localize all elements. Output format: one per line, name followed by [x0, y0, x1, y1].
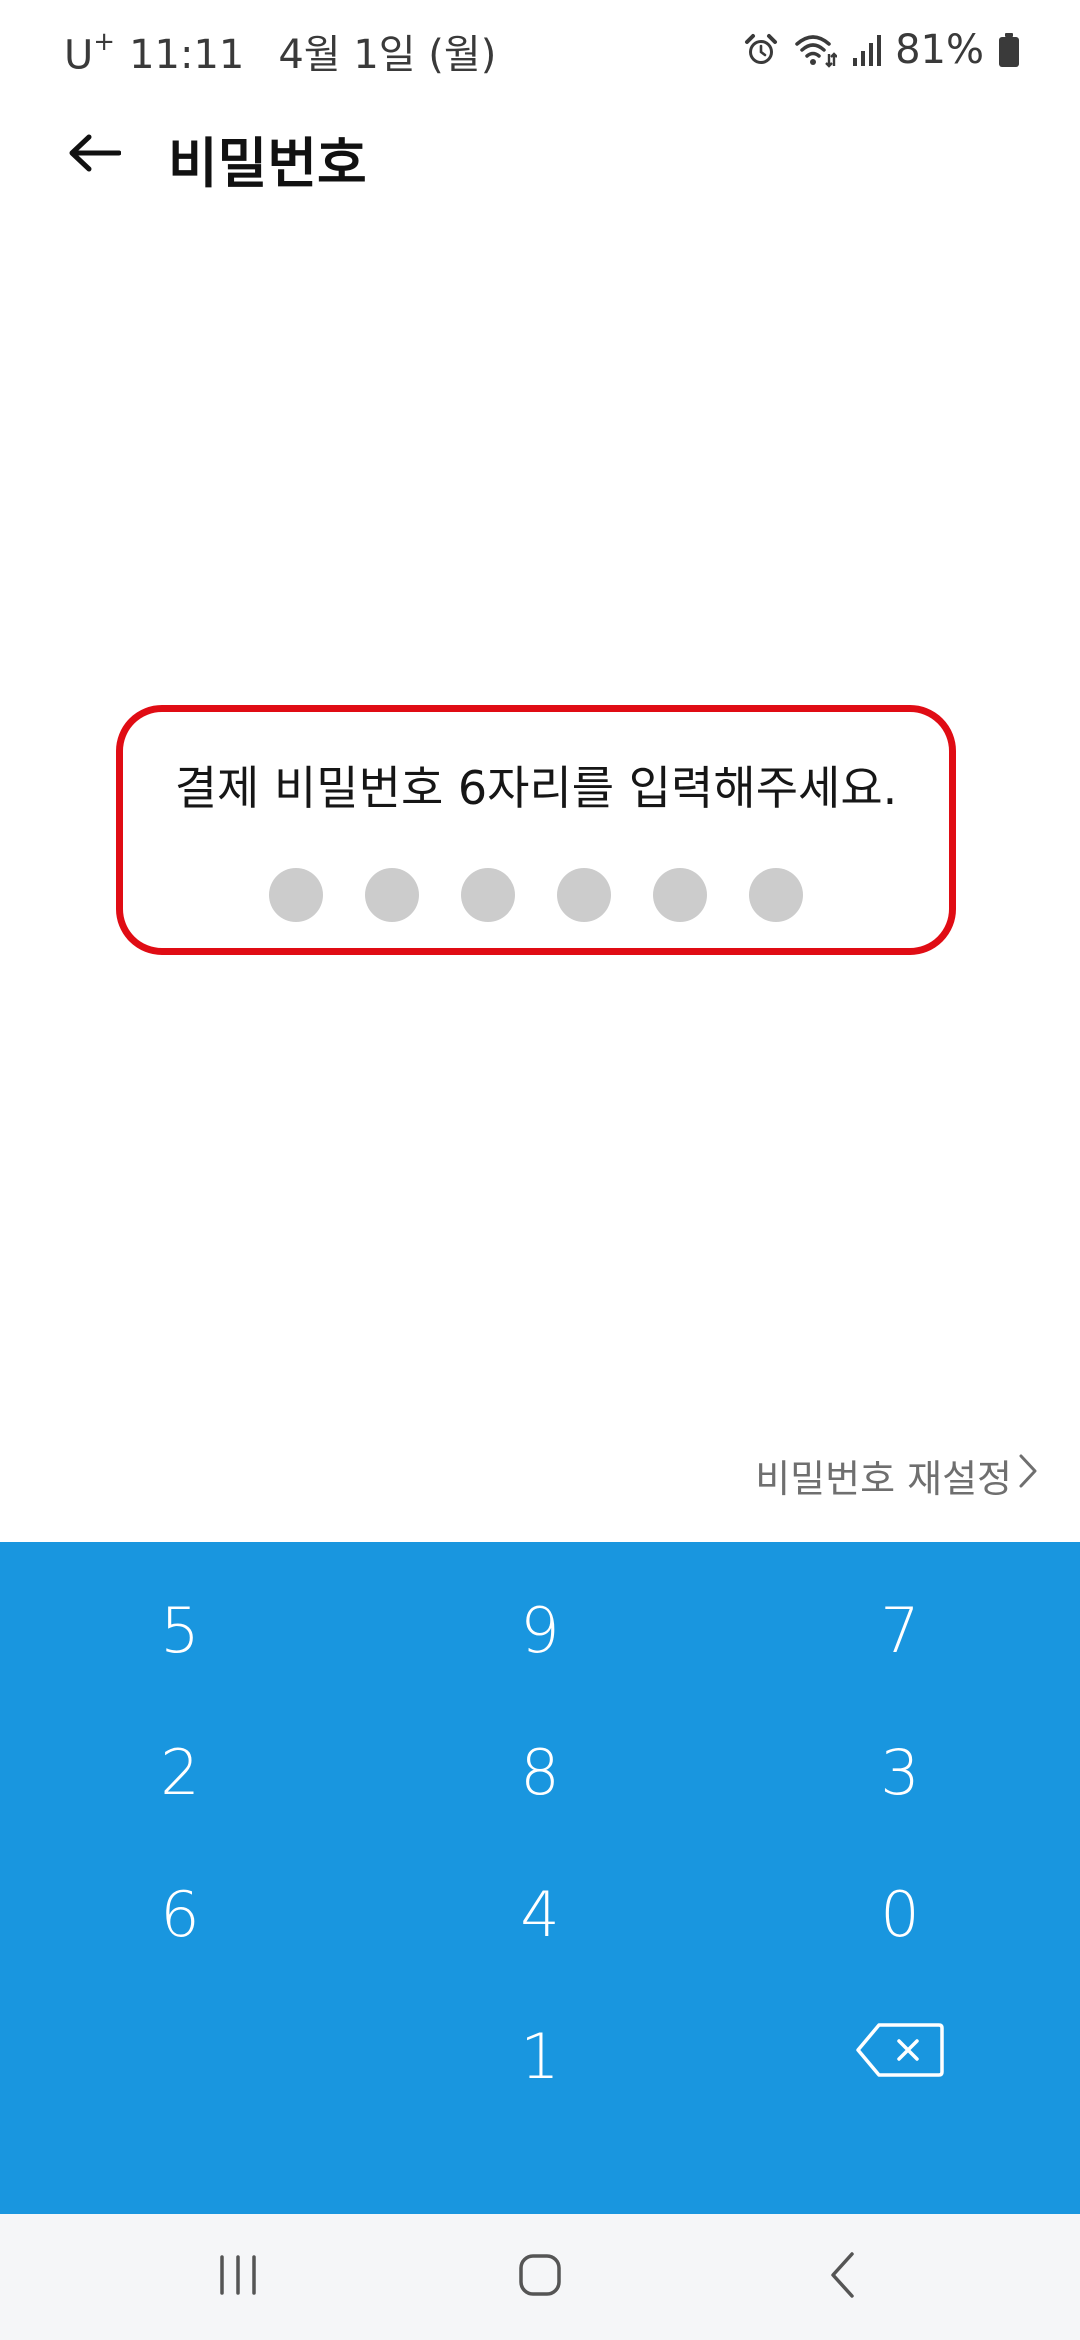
- key-2[interactable]: 2: [0, 1701, 360, 1843]
- nav-back-button[interactable]: [662, 2214, 1022, 2340]
- reset-password-label: 비밀번호 재설정: [755, 1457, 1012, 1501]
- alarm-icon: [743, 32, 779, 68]
- status-left: U+ 11:11 4월 1일 (월): [64, 22, 496, 80]
- password-panel: 결제 비밀번호 6자리를 입력해주세요.: [116, 705, 956, 955]
- page-title: 비밀번호: [168, 132, 367, 195]
- key-8[interactable]: 8: [360, 1701, 720, 1843]
- arrow-left-icon: [67, 133, 122, 177]
- password-dot: [269, 868, 323, 922]
- password-dot: [749, 868, 803, 922]
- key-3[interactable]: 3: [720, 1701, 1080, 1843]
- key-7[interactable]: 7: [720, 1559, 1080, 1701]
- system-nav-bar: [0, 2214, 1080, 2340]
- password-dot: [653, 868, 707, 922]
- recent-apps-icon: [216, 2253, 260, 2301]
- key-1[interactable]: 1: [360, 1985, 720, 2127]
- wifi-icon: [793, 32, 838, 68]
- status-bar: U+ 11:11 4월 1일 (월) 81%: [0, 0, 1080, 105]
- status-date: 4월 1일 (월): [278, 32, 497, 78]
- back-button[interactable]: [62, 125, 126, 185]
- app-bar: 비밀번호: [0, 105, 1080, 205]
- key-4[interactable]: 4: [360, 1843, 720, 1985]
- carrier-label: U+: [64, 26, 116, 78]
- battery-percent: 81%: [895, 27, 984, 73]
- key-empty: [0, 1985, 360, 2127]
- password-prompt: 결제 비밀번호 6자리를 입력해주세요.: [174, 761, 898, 815]
- status-time: 11:11: [129, 32, 245, 78]
- status-icons: 81%: [743, 26, 1020, 74]
- backspace-icon: [855, 2020, 945, 2093]
- key-5[interactable]: 5: [0, 1559, 360, 1701]
- back-icon: [827, 2250, 857, 2304]
- password-dot: [461, 868, 515, 922]
- reset-password-link[interactable]: 비밀번호 재설정: [755, 1448, 1038, 1503]
- password-dot: [557, 868, 611, 922]
- key-9[interactable]: 9: [360, 1559, 720, 1701]
- signal-icon: [851, 34, 882, 66]
- key-0[interactable]: 0: [720, 1843, 1080, 1985]
- backspace-button[interactable]: [720, 1985, 1080, 2127]
- battery-icon: [998, 33, 1020, 67]
- password-dots: [123, 868, 949, 922]
- chevron-right-icon: [1018, 1453, 1038, 1498]
- password-dot: [365, 868, 419, 922]
- key-6[interactable]: 6: [0, 1843, 360, 1985]
- keypad: 5 9 7 2 8 3 6 4 0 1: [0, 1542, 1080, 2214]
- home-icon: [517, 2252, 563, 2302]
